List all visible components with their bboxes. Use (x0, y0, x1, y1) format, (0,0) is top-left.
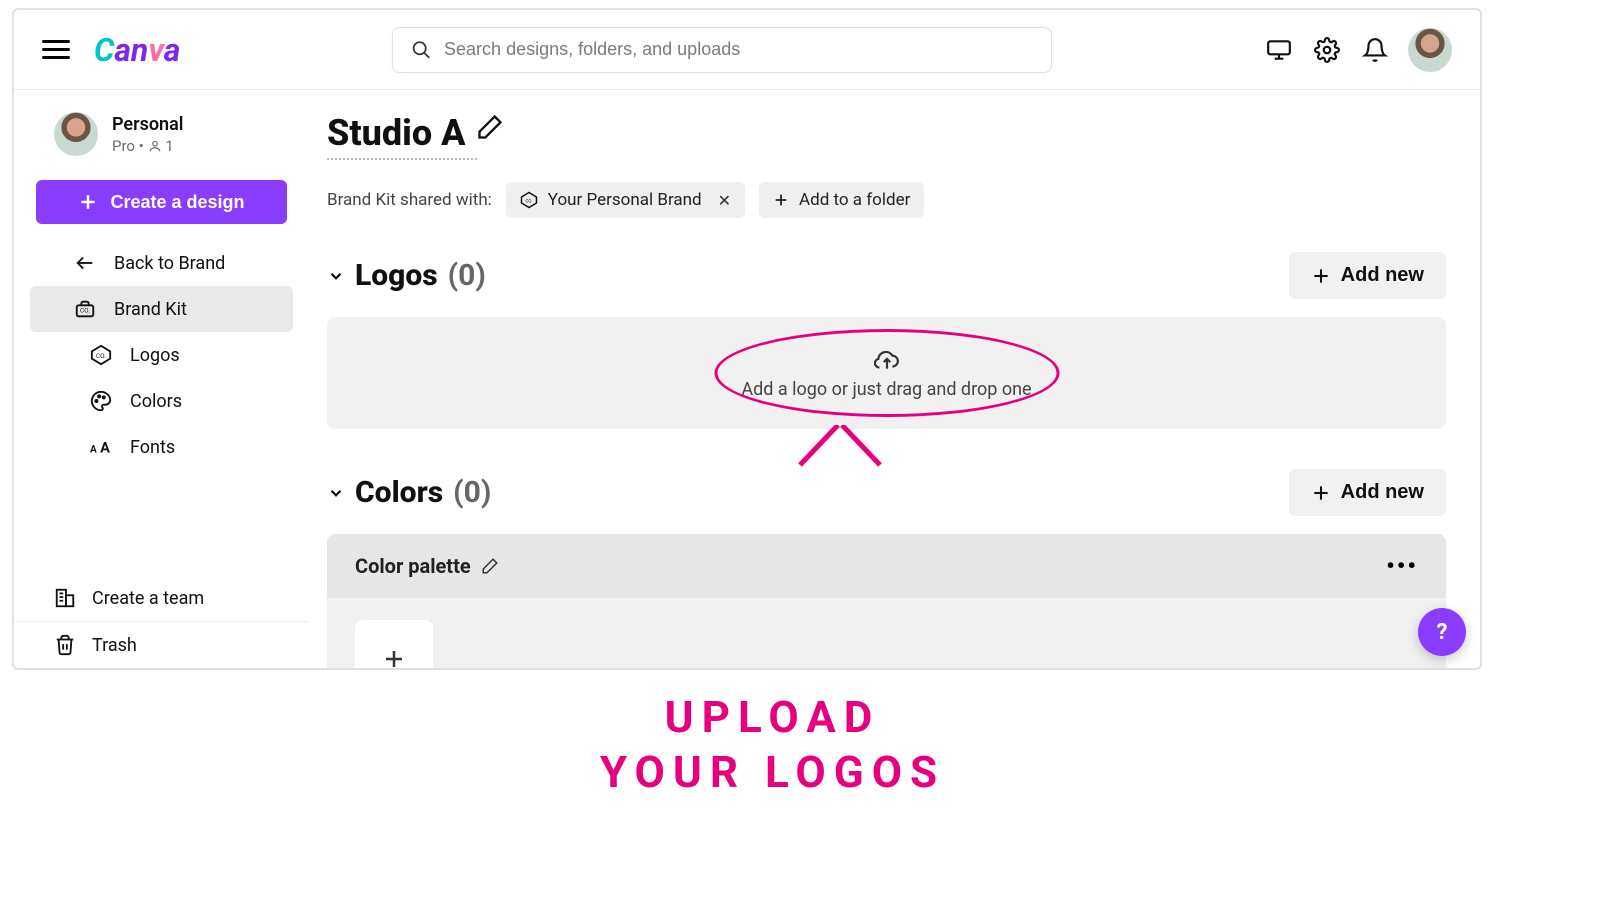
svg-text:A: A (90, 445, 97, 456)
building-icon (54, 587, 76, 609)
dropzone-label: Add a logo or just drag and drop one (741, 379, 1031, 400)
palette-title[interactable]: Color palette (355, 554, 499, 578)
palette-more-icon[interactable]: ••• (1386, 552, 1418, 580)
svg-text:CO.: CO. (525, 198, 532, 204)
search-icon (411, 39, 432, 61)
settings-icon[interactable] (1312, 35, 1342, 65)
remove-chip-icon[interactable]: ✕ (718, 191, 731, 210)
pencil-icon[interactable] (476, 113, 504, 141)
back-to-brand[interactable]: Back to Brand (30, 240, 293, 286)
search-input[interactable] (392, 27, 1052, 73)
sidebar-item-colors[interactable]: Colors (30, 378, 293, 424)
trash-icon (54, 634, 76, 656)
notifications-icon[interactable] (1360, 35, 1390, 65)
help-fab[interactable]: ? (1418, 608, 1466, 656)
account-meta: Pro • 1 (112, 137, 183, 155)
title-underline (327, 158, 477, 160)
sidebar-item-logos[interactable]: CO. Logos (30, 332, 293, 378)
chevron-down-icon (327, 484, 345, 502)
palette-icon (90, 390, 112, 412)
create-design-button[interactable]: Create a design (36, 180, 287, 224)
hex-icon: CO. (520, 191, 538, 209)
upload-cloud-icon (874, 347, 900, 373)
hamburger-menu[interactable] (42, 35, 70, 64)
logos-section-title[interactable]: Logos (0) (327, 258, 486, 293)
briefcase-icon: CO. (74, 298, 96, 320)
plus-icon (773, 192, 789, 208)
add-color-tile[interactable] (355, 620, 433, 668)
desktop-icon[interactable] (1264, 35, 1294, 65)
fonts-icon: AA (90, 436, 112, 458)
create-team[interactable]: Create a team (14, 575, 309, 621)
plus-icon (382, 647, 406, 668)
add-new-logo-button[interactable]: Add new (1289, 252, 1446, 299)
sidebar-item-brand-kit[interactable]: CO. Brand Kit (30, 286, 293, 332)
account-avatar[interactable] (54, 112, 98, 156)
colors-section-title[interactable]: Colors (0) (327, 475, 491, 510)
avatar[interactable] (1408, 28, 1452, 72)
add-to-folder-button[interactable]: Add to a folder (759, 182, 924, 218)
shared-chip[interactable]: CO. Your Personal Brand ✕ (506, 182, 745, 218)
svg-text:A: A (100, 439, 110, 457)
shared-with-label: Brand Kit shared with: (327, 190, 492, 210)
arrow-left-icon (74, 252, 96, 274)
canva-logo[interactable]: Canva (94, 31, 180, 69)
person-icon (148, 139, 162, 153)
pencil-icon[interactable] (481, 557, 499, 575)
plus-icon (78, 192, 98, 212)
trash[interactable]: Trash (14, 621, 309, 668)
annotation-caption: UPLOAD YOUR LOGOS (0, 690, 1545, 800)
add-new-color-button[interactable]: Add new (1289, 469, 1446, 516)
chevron-down-icon (327, 267, 345, 285)
logo-icon: CO. (90, 344, 112, 366)
plus-icon (1311, 483, 1331, 503)
svg-text:CO.: CO. (80, 307, 90, 315)
logo-dropzone[interactable]: Add a logo or just drag and drop one (327, 317, 1446, 429)
plus-icon (1311, 266, 1331, 286)
annotation-oval (714, 329, 1059, 417)
sidebar-item-fonts[interactable]: AA Fonts (30, 424, 293, 470)
account-name: Personal (112, 114, 183, 135)
kit-title[interactable]: Studio A (327, 112, 504, 154)
svg-text:CO.: CO. (96, 352, 106, 360)
